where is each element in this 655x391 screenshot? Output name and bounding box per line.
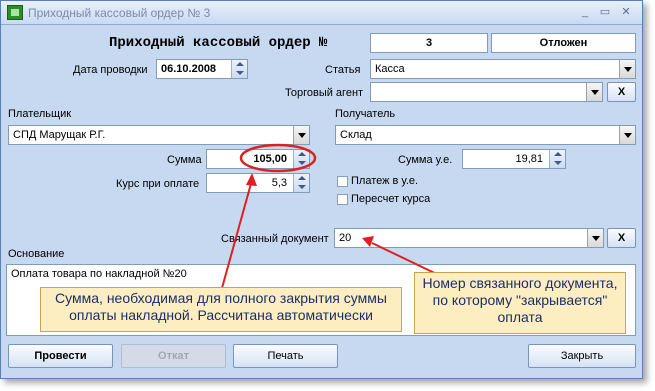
callout-sum-note: Сумма, необходимая для полного закрытия …	[40, 287, 402, 332]
callout-linked-doc-note: Номер связанного документа, по которому …	[414, 272, 626, 334]
arrow-head-icon	[246, 173, 257, 186]
arrow-line-left	[221, 179, 253, 289]
arrow-head-icon	[362, 236, 374, 247]
sum-highlight-circle	[239, 143, 317, 173]
